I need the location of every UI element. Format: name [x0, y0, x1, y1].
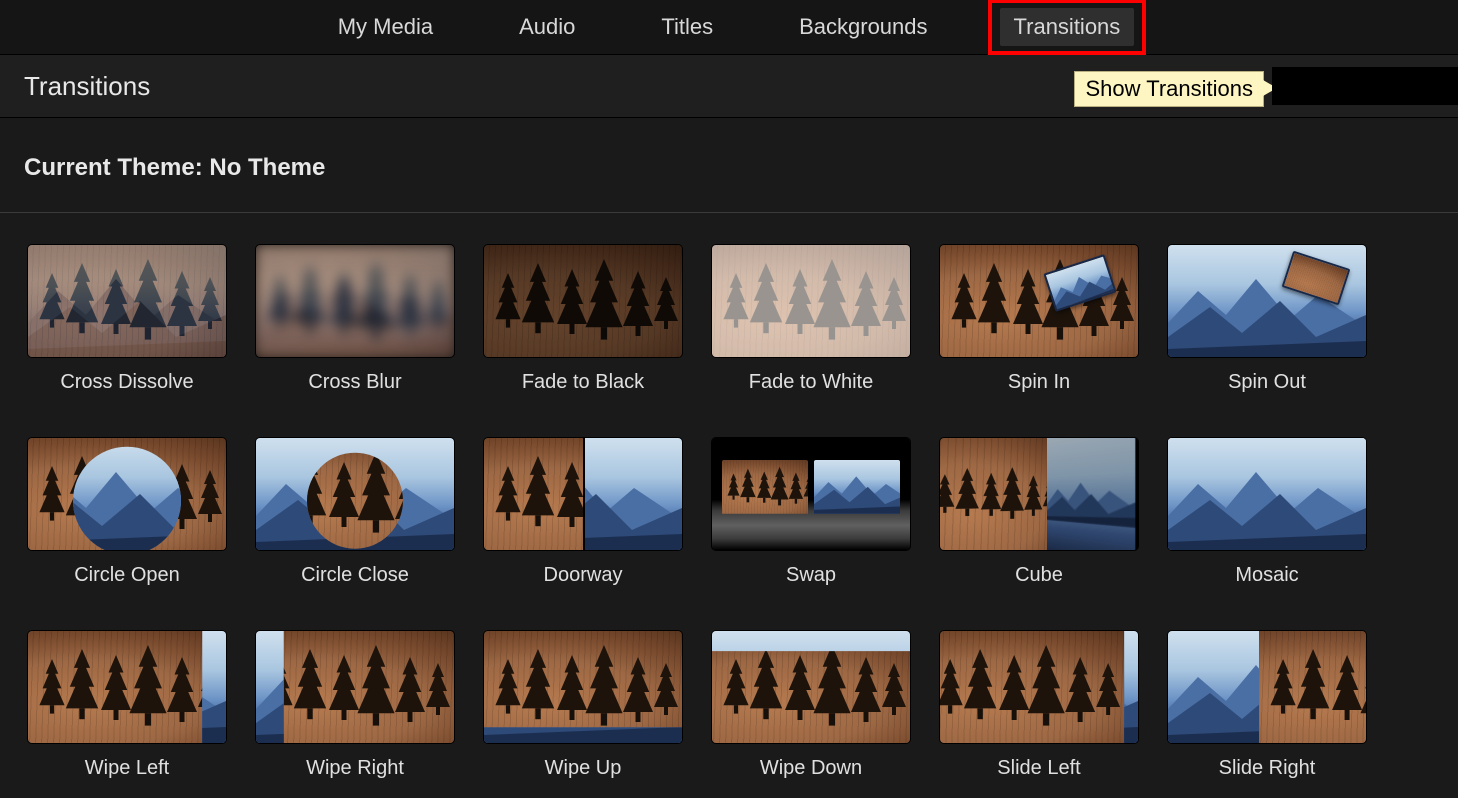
thumbnail	[256, 245, 454, 357]
tab-my-media[interactable]: My Media	[324, 8, 447, 46]
thumbnail	[940, 438, 1138, 550]
thumbnail	[1168, 631, 1366, 743]
transition-label: Swap	[786, 564, 836, 587]
thumbnail	[1168, 245, 1366, 357]
transition-slide-left[interactable]: Slide Left	[940, 631, 1138, 780]
transition-label: Circle Close	[301, 564, 409, 587]
transition-wipe-right[interactable]: Wipe Right	[256, 631, 454, 780]
transition-label: Slide Left	[997, 757, 1080, 780]
header-right-blackbox	[1272, 67, 1458, 105]
tab-audio[interactable]: Audio	[505, 8, 589, 46]
transition-label: Circle Open	[74, 564, 180, 587]
transition-cross-dissolve[interactable]: Cross Dissolve	[28, 245, 226, 394]
transition-spin-out[interactable]: Spin Out	[1168, 245, 1366, 394]
transition-circle-open[interactable]: Circle Open	[28, 438, 226, 587]
thumbnail	[484, 245, 682, 357]
thumbnail	[712, 438, 910, 550]
section-header: Transitions Show Transitions	[0, 55, 1458, 118]
transition-label: Spin Out	[1228, 371, 1306, 394]
transition-label: Mosaic	[1235, 564, 1298, 587]
transition-spin-in[interactable]: Spin In	[940, 245, 1138, 394]
transition-label: Fade to Black	[522, 371, 644, 394]
transition-doorway[interactable]: Doorway	[484, 438, 682, 587]
thumbnail	[256, 438, 454, 550]
transition-label: Fade to White	[749, 371, 874, 394]
transition-wipe-left[interactable]: Wipe Left	[28, 631, 226, 780]
thumbnail	[712, 245, 910, 357]
transition-label: Doorway	[544, 564, 623, 587]
transition-label: Wipe Right	[306, 757, 404, 780]
transition-cube[interactable]: Cube	[940, 438, 1138, 587]
transition-label: Cross Dissolve	[60, 371, 193, 394]
thumbnail	[1168, 438, 1366, 550]
transition-wipe-down[interactable]: Wipe Down	[712, 631, 910, 780]
thumbnail	[256, 631, 454, 743]
thumbnail	[28, 631, 226, 743]
transition-fade-to-white[interactable]: Fade to White	[712, 245, 910, 394]
show-transitions-tooltip: Show Transitions	[1074, 71, 1264, 107]
transition-swap[interactable]: Swap	[712, 438, 910, 587]
section-title: Transitions	[24, 71, 150, 102]
thumbnail	[712, 631, 910, 743]
transition-label: Wipe Up	[545, 757, 622, 780]
tab-titles[interactable]: Titles	[647, 8, 727, 46]
transitions-grid: Cross Dissolve Cross Blur Fade to Black …	[0, 213, 1458, 780]
transition-mosaic[interactable]: Mosaic	[1168, 438, 1366, 587]
transition-label: Slide Right	[1219, 757, 1316, 780]
thumbnail	[484, 631, 682, 743]
transition-fade-to-black[interactable]: Fade to Black	[484, 245, 682, 394]
thumbnail	[28, 438, 226, 550]
transition-circle-close[interactable]: Circle Close	[256, 438, 454, 587]
thumbnail	[484, 438, 682, 550]
tab-transitions[interactable]: Transitions	[1000, 8, 1135, 46]
thumbnail	[940, 631, 1138, 743]
tab-backgrounds[interactable]: Backgrounds	[785, 8, 941, 46]
current-theme-label: Current Theme: No Theme	[0, 118, 1458, 213]
transition-label: Wipe Down	[760, 757, 862, 780]
transition-label: Cube	[1015, 564, 1063, 587]
transition-wipe-up[interactable]: Wipe Up	[484, 631, 682, 780]
thumbnail	[28, 245, 226, 357]
media-browser-tabbar: My Media Audio Titles Backgrounds Transi…	[0, 0, 1458, 55]
transition-cross-blur[interactable]: Cross Blur	[256, 245, 454, 394]
transition-label: Spin In	[1008, 371, 1070, 394]
transition-label: Cross Blur	[308, 371, 401, 394]
transition-label: Wipe Left	[85, 757, 169, 780]
transition-slide-right[interactable]: Slide Right	[1168, 631, 1366, 780]
thumbnail	[940, 245, 1138, 357]
